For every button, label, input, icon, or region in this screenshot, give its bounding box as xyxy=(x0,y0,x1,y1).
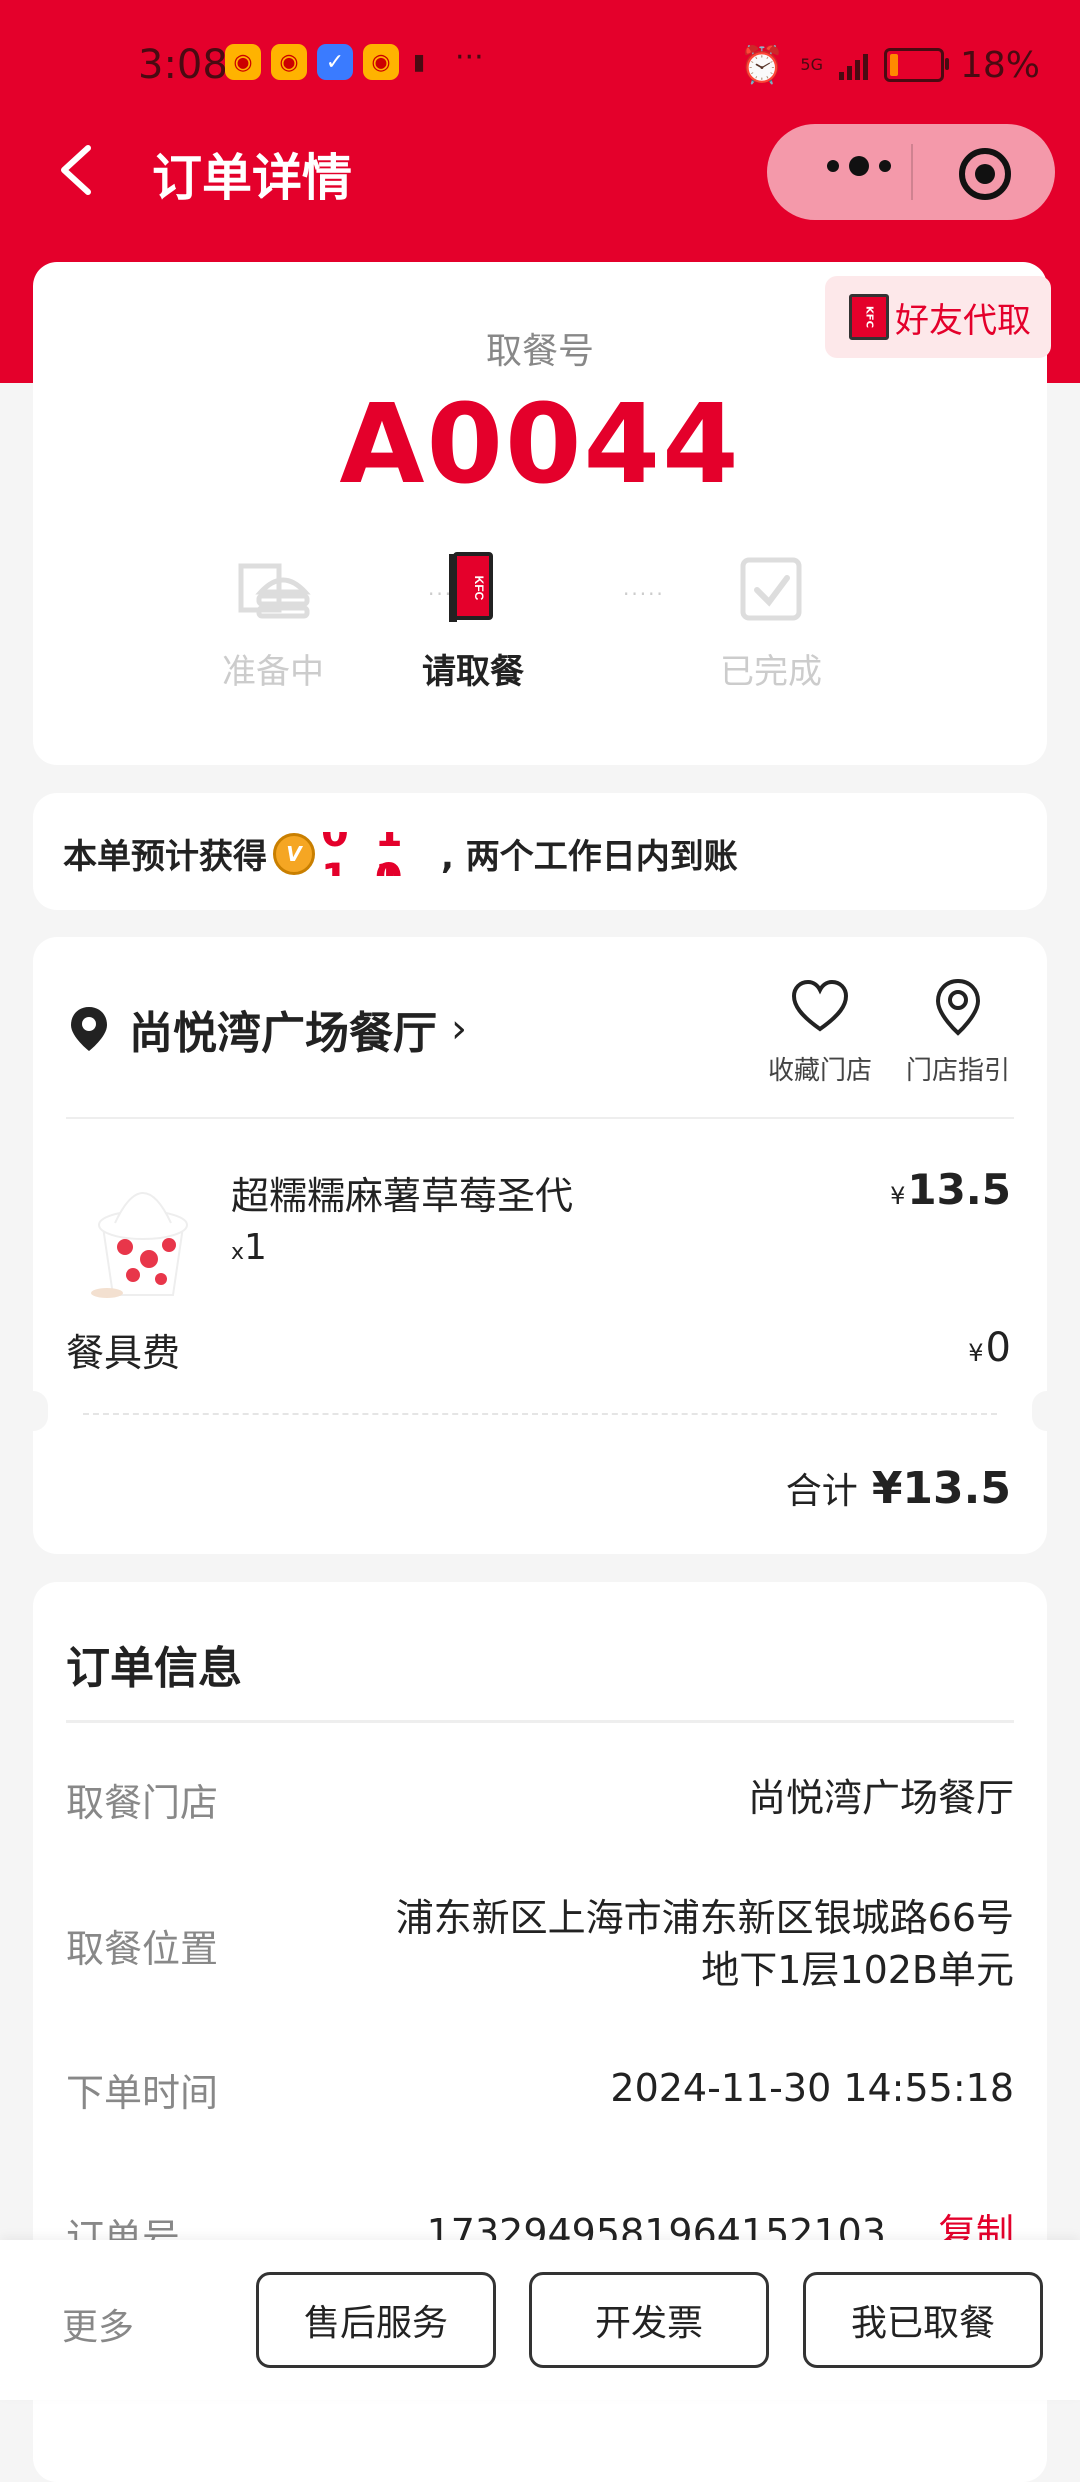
map-pin-icon xyxy=(935,978,981,1036)
location-line-2: 地下1层102B单元 xyxy=(701,1948,1014,1992)
pickup-card: KFC 好友代取 取餐号 A0044 准备中 ····· KFC 请取餐 ···… xyxy=(33,262,1051,765)
price-value: 13.5 xyxy=(907,1165,1011,1214)
info-value: 浦东新区上海市浦东新区银城路66号 地下1层102B单元 xyxy=(396,1892,1014,1996)
bottom-action-bar: 更多 售后服务 开发票 我已取餐 xyxy=(0,2240,1080,2400)
currency-symbol: ¥ xyxy=(890,1182,906,1210)
close-target-icon[interactable] xyxy=(959,148,1011,200)
svg-text:KFC: KFC xyxy=(472,576,486,601)
status-bar: 3:08 ◉ ◉ ✓ ◉ ▮ ··· ⏰ 5G 18% xyxy=(0,0,1080,130)
step-completed: 已完成 xyxy=(671,552,871,693)
battery-percent: 18% xyxy=(959,44,1040,86)
total-label: 合计 xyxy=(785,1471,858,1512)
item-name: 超糯糯麻薯草莓圣代 xyxy=(231,1174,574,1218)
utensil-fee-label: 餐具费 xyxy=(66,1331,181,1375)
alarm-icon: ⏰ xyxy=(739,45,785,86)
more-button[interactable]: 更多 xyxy=(62,2298,134,2350)
store-guide-button[interactable]: 门店指引 xyxy=(906,977,1010,1087)
points-suffix: , 两个工作日内到账 xyxy=(441,837,738,877)
store-link[interactable]: 尚悦湾广场餐厅 › xyxy=(69,997,467,1061)
pickup-number-label: 取餐号 xyxy=(485,331,594,372)
ticket-notch-right xyxy=(1032,1391,1062,1431)
points-card: 本单预计获得 V 0 1 1 0 1 1 2 9 , 两个工作日内到账 xyxy=(33,793,1047,910)
divider xyxy=(66,1720,1014,1723)
points-rolling-number: 0 1 1 0 1 1 2 9 xyxy=(321,832,441,876)
info-value: 2024-11-30 14:55:18 xyxy=(610,2066,1014,2110)
burger-icon xyxy=(238,563,311,619)
miniprogram-capsule xyxy=(767,124,1055,220)
currency-symbol: ¥ xyxy=(968,1339,984,1367)
fee-amount: 0 xyxy=(985,1325,1011,1371)
order-total: 合计 ¥13.5 xyxy=(786,1462,1011,1514)
step-preparing: 准备中 xyxy=(173,552,373,693)
v-coin-icon: V xyxy=(273,832,315,875)
step-label: 请取餐 xyxy=(422,652,524,692)
total-value: ¥13.5 xyxy=(871,1463,1011,1514)
invoice-button[interactable]: 开发票 xyxy=(529,2272,769,2368)
step-ready: KFC 请取餐 xyxy=(373,552,573,693)
sundae-image xyxy=(91,1192,188,1298)
weibo-icon: ◉ xyxy=(363,44,399,80)
status-right: ⏰ 5G 18% xyxy=(739,44,1040,87)
store-name: 尚悦湾广场餐厅 xyxy=(129,1008,437,1059)
location-line-1: 浦东新区上海市浦东新区银城路66号 xyxy=(395,1896,1014,1940)
info-key: 下单时间 xyxy=(66,2071,219,2115)
picked-up-button[interactable]: 我已取餐 xyxy=(803,2272,1043,2368)
battery-saver-icon: ▮ xyxy=(412,49,426,75)
completed-check-icon xyxy=(740,557,802,621)
weibo-icon: ◉ xyxy=(225,44,261,80)
qty-value: 1 xyxy=(244,1227,267,1268)
more-notifications-icon: ··· xyxy=(455,40,484,75)
after-sales-button[interactable]: 售后服务 xyxy=(256,2272,496,2368)
order-progress: 准备中 ····· KFC 请取餐 ····· 已完成 xyxy=(33,552,1047,752)
weibo-icon: ◉ xyxy=(271,44,307,80)
dashed-divider xyxy=(83,1413,997,1415)
item-price: ¥13.5 xyxy=(890,1165,1011,1214)
ticket-notch-left xyxy=(18,1391,48,1431)
guide-label: 门店指引 xyxy=(906,1056,1011,1086)
favorite-label: 收藏门店 xyxy=(768,1056,873,1086)
heart-icon xyxy=(791,979,849,1032)
points-digits-bottom: 1 1 2 9 xyxy=(321,856,441,876)
network-type: 5G xyxy=(800,55,823,74)
points-prefix: 本单预计获得 xyxy=(63,837,267,877)
divider xyxy=(66,1117,1014,1119)
back-icon[interactable] xyxy=(52,140,102,200)
battery-icon xyxy=(883,48,949,82)
info-key: 取餐门店 xyxy=(66,1781,219,1825)
page-title: 订单详情 xyxy=(152,149,352,207)
item-quantity: x1 xyxy=(231,1227,267,1268)
info-value: 尚悦湾广场餐厅 xyxy=(747,1776,1014,1820)
order-info-title: 订单信息 xyxy=(66,1643,242,1694)
notification-icons: ◉ ◉ ✓ ◉ ▮ xyxy=(225,44,429,80)
pickup-number: A0044 xyxy=(339,380,741,508)
location-pin-icon xyxy=(71,1007,107,1051)
status-time: 3:08 xyxy=(138,42,228,88)
info-key: 取餐位置 xyxy=(66,1927,219,1971)
step-label: 已完成 xyxy=(720,652,822,692)
kfc-bag-icon: KFC xyxy=(449,552,493,622)
chevron-right-icon: › xyxy=(451,1006,467,1052)
qty-prefix: x xyxy=(231,1240,245,1265)
favorite-store-button[interactable]: 收藏门店 xyxy=(768,977,872,1087)
signal-icon xyxy=(838,50,868,80)
order-card: 尚悦湾广场餐厅 › 收藏门店 门店指引 超糯糯麻薯草莓圣代 x1 ¥13.5 餐… xyxy=(18,937,1062,1554)
menu-dots-icon[interactable] xyxy=(827,156,891,176)
shield-icon: ✓ xyxy=(317,44,353,80)
utensil-fee-value: ¥0 xyxy=(968,1325,1011,1371)
step-label: 准备中 xyxy=(222,652,324,692)
